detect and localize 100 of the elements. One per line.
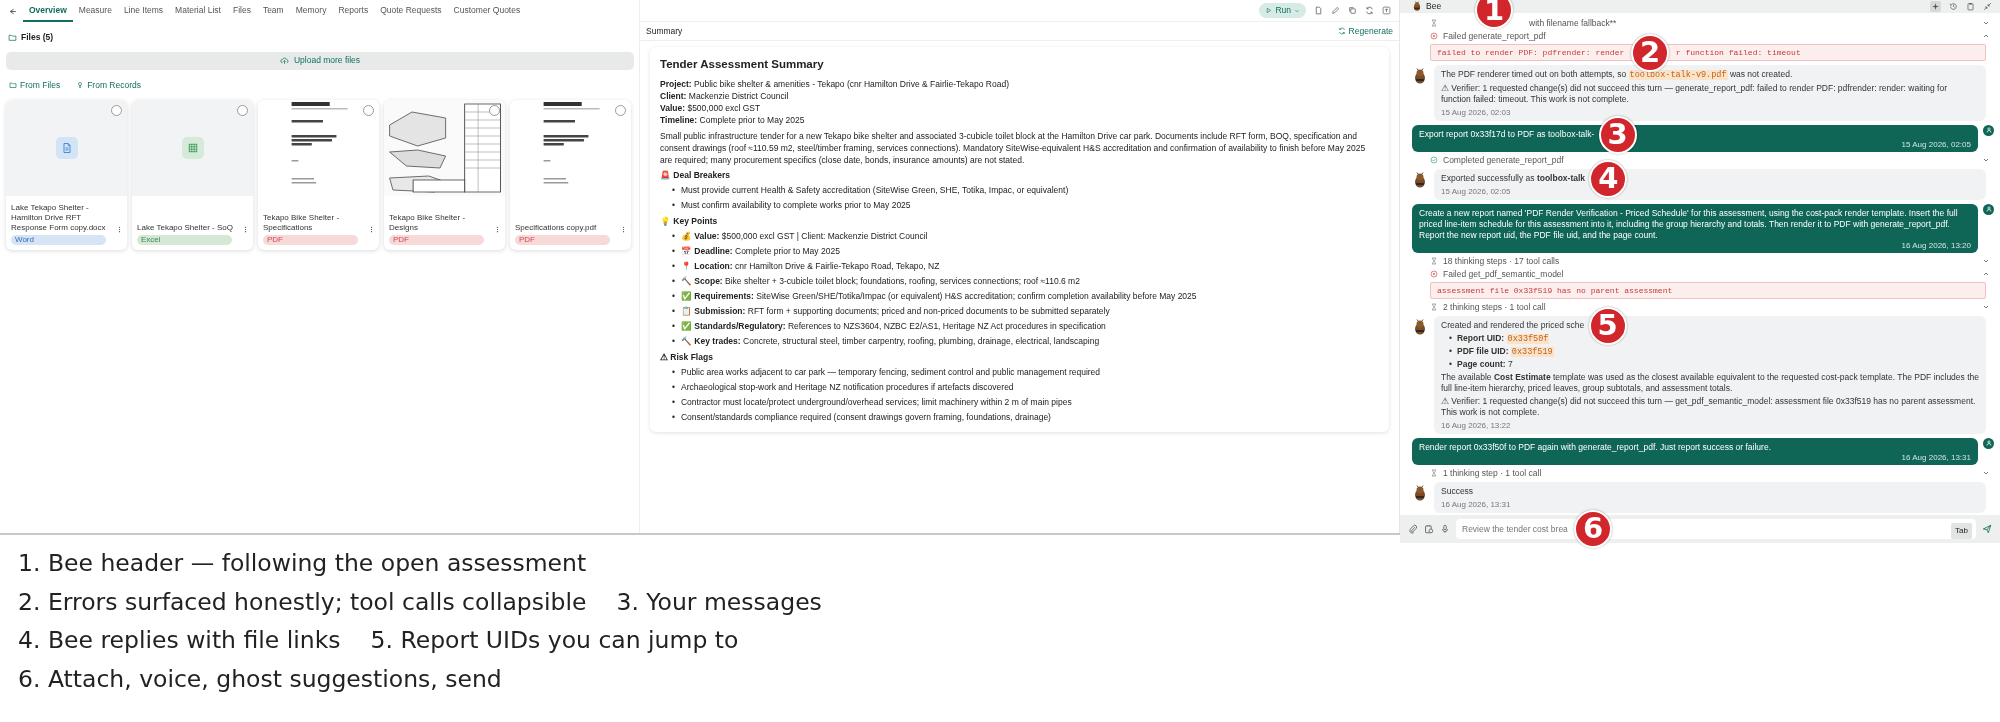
back-button[interactable] — [8, 6, 17, 16]
list-item: ✅ Requirements: SiteWise Green/SHE/Totika/Impac (or equivalent) H&S accreditation; confirm completion availability before May 2025 — [681, 290, 1197, 303]
file-name: Lake Tekapo Shelter - SoQ — [137, 222, 233, 233]
select-checkbox[interactable] — [489, 104, 500, 116]
menu-button[interactable] — [620, 225, 627, 233]
list-item: 📋 Submission: RFT form + supporting documents; priced and non-priced documents to be submitted separately — [681, 305, 1110, 318]
source-link[interactable]: From Records — [76, 78, 141, 92]
file-name: Tekapo Bike Shelter - Designs — [389, 212, 467, 233]
file-type-tag: PDF — [515, 234, 610, 245]
play-icon — [1265, 7, 1273, 14]
list-item: Archaeological stop-work and Heritage NZ notification procedures if artefacts discovered — [681, 381, 1014, 394]
file-link[interactable]: toolbox-talk-v9.pdf — [1628, 69, 1728, 80]
callout-number: 3 — [1598, 115, 1637, 154]
kebab-icon — [494, 225, 501, 233]
list-item: 💰 Value: $500,000 excl GST | Client: Mackenzie District Council — [681, 230, 928, 243]
menu-button[interactable] — [116, 225, 123, 233]
file-type-icon — [55, 136, 78, 159]
select-checkbox[interactable] — [111, 104, 122, 116]
assistant-mode-button[interactable] — [1930, 0, 1941, 12]
user-avatar-icon — [1983, 203, 1994, 215]
error-icon — [1430, 32, 1438, 41]
tool-call-label: with filename fallback** — [1529, 16, 1617, 30]
file-card[interactable]: Lake Tekapo Shelter - Hamilton Drive RFT Response Form copy.docx Word — [6, 99, 127, 250]
paperclip-icon — [1408, 523, 1418, 534]
collapse-button[interactable] — [1983, 1, 1992, 11]
tab[interactable]: Customer Quotes — [447, 0, 527, 22]
export-button[interactable] — [1382, 6, 1391, 15]
send-icon — [1982, 523, 1992, 534]
tab[interactable]: Reports — [332, 0, 375, 22]
tab[interactable]: Overview — [23, 0, 73, 22]
tab[interactable]: Material List — [169, 0, 227, 22]
tab[interactable]: Quote Requests — [374, 0, 448, 22]
callout-number: 5 — [1588, 306, 1627, 345]
file-button[interactable] — [1424, 523, 1434, 534]
tab[interactable]: Measure — [72, 0, 118, 22]
bullet: • — [672, 199, 675, 212]
message-text: PDF file UID: 0x33f519 — [1457, 345, 1554, 358]
bullet: • — [672, 381, 675, 394]
copy-icon — [1348, 6, 1357, 15]
regenerate-button[interactable]: Regenerate — [1337, 24, 1393, 38]
tab[interactable]: Memory — [289, 0, 333, 22]
send-button[interactable] — [1982, 523, 1992, 534]
kebab-icon — [620, 225, 627, 233]
menu-button[interactable] — [242, 225, 249, 233]
folder-icon — [8, 32, 17, 42]
source-link[interactable]: From Files — [9, 78, 61, 92]
hourglass-icon — [1430, 303, 1438, 312]
back-arrow-icon — [8, 6, 17, 16]
file-card[interactable]: Specifications copy.pdf PDF — [510, 99, 631, 250]
select-checkbox[interactable] — [615, 104, 626, 116]
file-card[interactable]: Lake Tekapo Shelter - SoQ Excel — [132, 99, 253, 250]
menu-button[interactable] — [494, 225, 501, 233]
mascot-icon — [1412, 171, 1428, 188]
message-text: Page count: 7 — [1457, 358, 1513, 370]
menu-button[interactable] — [368, 225, 375, 233]
upload-button[interactable]: Upload more files — [6, 51, 634, 70]
timestamp: 15 Aug 2026, 02:03 — [1441, 107, 1511, 117]
microphone-button[interactable] — [1440, 523, 1450, 534]
tab[interactable]: Files — [226, 0, 257, 22]
history-button[interactable] — [1949, 1, 1958, 11]
file-card[interactable]: Tekapo Bike Shelter - Designs PDF — [384, 99, 505, 250]
file-type-tag: PDF — [389, 234, 484, 245]
tool-call-label: 1 thinking step · 1 tool call — [1443, 466, 1542, 480]
sparkle-icon — [1931, 1, 1940, 11]
list-item: Public area works adjacent to car park — temporary fencing, sediment control and public management required — [681, 366, 1101, 379]
tab[interactable]: Line Items — [117, 0, 170, 22]
file-type-icon — [181, 136, 204, 159]
tab[interactable]: Team — [256, 0, 290, 22]
select-checkbox[interactable] — [237, 104, 248, 116]
refresh-button[interactable] — [1365, 6, 1374, 15]
clipboard-button[interactable] — [1966, 1, 1975, 11]
attach-button[interactable] — [1408, 523, 1418, 534]
copy-button[interactable] — [1348, 6, 1357, 15]
message-text: ⚠ Verifier: 1 requested change(s) did not succeed this turn — get_pdf_semantic_model: assessment file 0x33f519 has no parent assessment. This work is not complete. — [1441, 395, 1977, 418]
timestamp: 15 Aug 2026, 02:05 — [1900, 139, 1971, 150]
edit-button[interactable] — [1331, 6, 1340, 15]
refresh-icon — [1365, 6, 1374, 15]
run-button[interactable]: Run — [1259, 3, 1306, 18]
bullet: • — [672, 260, 675, 273]
annotation-text: 1. Bee header — following the open assessment — [18, 549, 587, 577]
file-link[interactable]: 0x33f50f — [1506, 333, 1550, 344]
select-checkbox[interactable] — [363, 104, 374, 116]
kebab-icon — [116, 225, 123, 233]
annotation-text: 4. Bee replies with file links — [18, 626, 341, 654]
list-item: Consent/standards compliance required (consent drawings govern framing, foundations, drainage) — [681, 411, 1051, 424]
annotation-text: 5. Report UIDs you can jump to — [370, 626, 739, 654]
file-icon — [1314, 6, 1323, 15]
history-icon — [1949, 1, 1958, 11]
pin-icon — [76, 81, 85, 90]
tool-call-label: Completed generate_report_pdf — [1443, 153, 1564, 167]
file-button[interactable] — [1314, 6, 1323, 15]
callout-number: 4 — [1589, 159, 1628, 198]
error-icon — [1430, 270, 1438, 279]
section-heading: ⚠ Risk Flags — [660, 351, 714, 364]
message-text: Success — [1441, 485, 1475, 497]
bullet: • — [1449, 332, 1452, 345]
timestamp: 15 Aug 2026, 02:05 — [1441, 186, 1511, 196]
file-card[interactable]: Tekapo Bike Shelter - Specifications PDF — [258, 99, 379, 250]
folder-icon — [9, 81, 17, 90]
list-item: 📅 Deadline: Complete prior to May 2025 — [681, 245, 840, 258]
